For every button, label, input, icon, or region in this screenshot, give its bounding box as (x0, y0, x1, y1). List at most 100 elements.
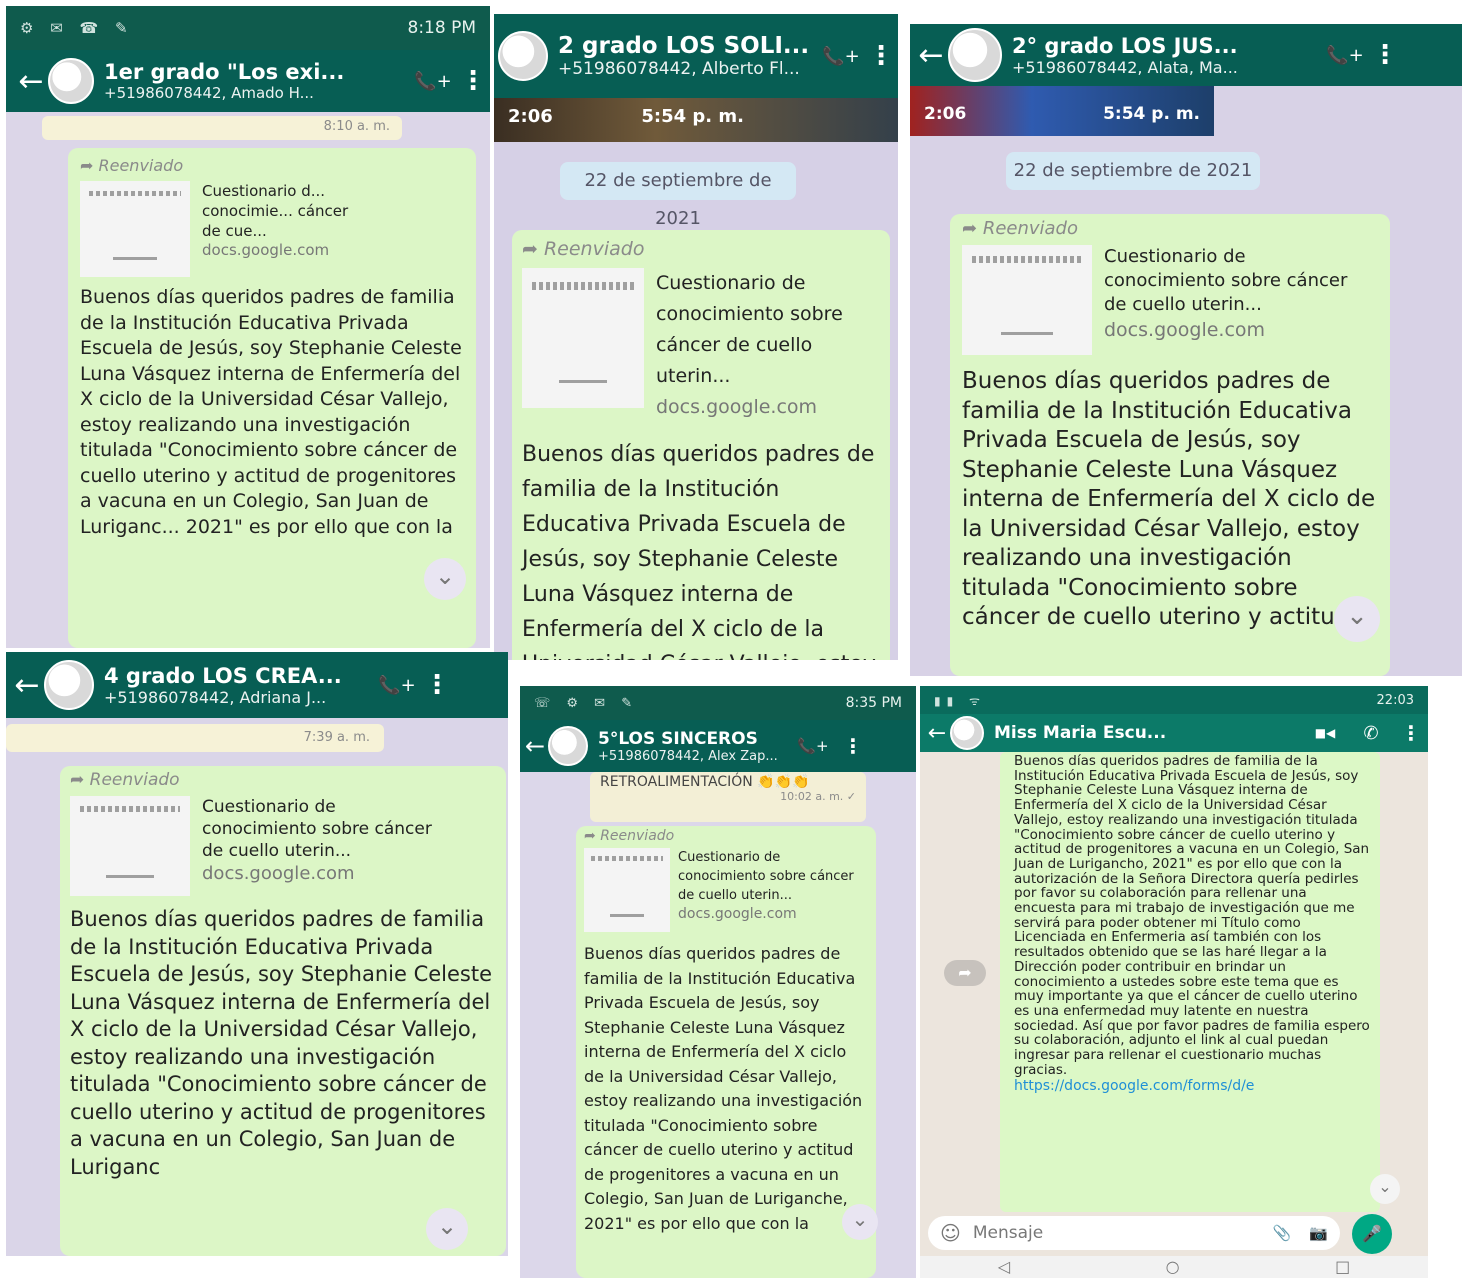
message-input[interactable]: Mensaje (973, 1223, 1273, 1243)
phone-icon[interactable]: ✆ (1348, 723, 1394, 744)
forward-icon: ➦ (80, 156, 99, 175)
previous-message-time: 7:39 a. m. (6, 724, 384, 752)
chat-title-block[interactable]: 1er grado "Los exi... +51986078442, Amad… (104, 60, 410, 102)
chat-title: 4 grado LOS CREA... (104, 663, 342, 688)
back-arrow-icon[interactable]: ← (522, 732, 548, 760)
contact-avatar[interactable] (950, 716, 984, 750)
chat-title: 2° grado LOS JUS... (1012, 33, 1238, 58)
forwarded-message-bubble: ➦ Reenviado Cuestionario d... conocimie.… (68, 148, 476, 648)
link-preview[interactable]: Cuestionario de conocimiento sobre cánce… (584, 848, 868, 932)
chat-title-block[interactable]: Miss Maria Escu... (994, 723, 1302, 743)
scroll-down-button[interactable]: ⌄ (1334, 596, 1380, 642)
chat-header: ← 5°LOS SINCEROS +51986078442, Alex Zap.… (520, 720, 916, 772)
message-text: Buenos días queridos padres de familia d… (1014, 753, 1370, 1078)
back-arrow-icon[interactable]: ← (914, 38, 948, 73)
link-preview-thumbnail (584, 848, 670, 932)
emoji-icon[interactable]: ☺ (940, 1221, 961, 1245)
link-preview-title: Cuestionario de conocimiento sobre cánce… (1104, 246, 1348, 315)
link-preview[interactable]: Cuestionario d... conocimie... cáncer de… (80, 181, 464, 277)
previous-message-time: 8:10 a. m. (42, 116, 402, 140)
menu-icon[interactable]: ⋮ (1394, 721, 1428, 745)
forward-icon: ➦ (584, 828, 601, 844)
mic-icon: 🎤 (1362, 1224, 1382, 1243)
forward-button[interactable]: ➦ (944, 960, 986, 986)
message-text: Buenos días queridos padres de familia d… (80, 286, 462, 538)
group-avatar[interactable] (48, 58, 94, 104)
group-avatar[interactable] (948, 28, 1002, 82)
back-arrow-icon[interactable]: ← (10, 668, 44, 703)
screenshot-panel-3: ← 2° grado LOS JUS... +51986078442, Alat… (910, 24, 1462, 676)
chat-participants: +51986078442, Alberto Fl... (558, 59, 800, 79)
group-avatar[interactable] (498, 31, 548, 81)
date-divider: 22 de septiembre de 2021 (1006, 152, 1260, 190)
status-bar: ⚙ ✉ ☎ ✎ 8:18 PM (6, 6, 490, 50)
nav-back-icon[interactable]: ◁ (998, 1256, 1010, 1278)
message-bubble: Buenos días queridos padres de familia d… (1000, 752, 1380, 1212)
link-preview-thumbnail (80, 181, 190, 277)
video-message-strip[interactable]: 2:06 5:54 p. m. (910, 86, 1214, 136)
link-preview-title: Cuestionario d... conocimie... cáncer de… (202, 182, 349, 240)
chat-participants: +51986078442, Adriana J... (104, 687, 327, 707)
message-text: Buenos días queridos padres de familia d… (962, 368, 1376, 630)
group-avatar[interactable] (548, 726, 588, 766)
screenshot-panel-1: ⚙ ✉ ☎ ✎ 8:18 PM ← 1er grado "Los exi... … (6, 6, 490, 648)
scroll-down-button[interactable]: ⌄ (1370, 1174, 1400, 1204)
chat-title-block[interactable]: 2° grado LOS JUS... +51986078442, Alata,… (1012, 34, 1322, 77)
chat-participants: +51986078442, Alex Zap... (598, 748, 778, 764)
chat-title-block[interactable]: 4 grado LOS CREA... +51986078442, Adrian… (104, 664, 374, 707)
add-call-icon[interactable]: 📞+ (1322, 45, 1368, 66)
link-preview-domain: docs.google.com (656, 396, 818, 418)
chat-title-block[interactable]: 5°LOS SINCEROS +51986078442, Alex Zap... (598, 729, 790, 764)
video-time: 5:54 p. m. (1103, 104, 1200, 124)
link-preview[interactable]: Cuestionario de conocimiento sobre cánce… (70, 796, 496, 896)
menu-icon[interactable]: ⋮ (420, 670, 454, 700)
link-preview-thumbnail (962, 245, 1092, 355)
scroll-down-button[interactable]: ⌄ (426, 1208, 468, 1250)
status-time: 8:18 PM (407, 18, 477, 38)
back-arrow-icon[interactable]: ← (924, 721, 950, 746)
add-call-icon[interactable]: 📞+ (818, 46, 864, 67)
mic-button[interactable]: 🎤 (1352, 1214, 1392, 1254)
form-link[interactable]: https://docs.google.com/forms/d/e (1014, 1078, 1370, 1094)
status-time: 8:35 PM (845, 695, 902, 711)
link-preview-thumbnail (70, 796, 190, 896)
scroll-down-button[interactable]: ⌄ (424, 558, 466, 600)
forwarded-message-bubble: ➦ Reenviado Cuestionario de conocimiento… (60, 766, 506, 1256)
forwarded-label: ➦ Reenviado (522, 238, 880, 260)
screenshot-panel-6: ▮▮ ᯤ 22:03 ← Miss Maria Escu... ■◀ ✆ ⋮ ➦… (920, 686, 1428, 1278)
add-call-icon[interactable]: 📞+ (374, 675, 420, 696)
nav-recent-icon[interactable]: □ (1335, 1256, 1350, 1278)
screenshot-panel-4: ← 4 grado LOS CREA... +51986078442, Adri… (6, 652, 508, 1256)
forwarded-message-bubble: ➦ Reenviado Cuestionario de conocimiento… (950, 214, 1390, 676)
add-call-icon[interactable]: 📞+ (410, 71, 456, 92)
link-preview[interactable]: Cuestionario de conocimiento sobre cánce… (962, 245, 1378, 355)
screenshot-panel-2: 2 grado LOS SOLI... +51986078442, Albert… (494, 14, 898, 660)
nav-home-icon[interactable]: ○ (1166, 1256, 1180, 1278)
forwarded-text: Reenviado (600, 828, 675, 844)
message-text: Buenos días queridos padres de familia d… (70, 907, 492, 1179)
group-avatar[interactable] (44, 660, 94, 710)
menu-icon[interactable]: ⋮ (836, 734, 870, 758)
chat-header: ← 4 grado LOS CREA... +51986078442, Adri… (6, 652, 508, 718)
back-arrow-icon[interactable]: ← (14, 64, 48, 99)
attach-icon[interactable]: 📎 (1273, 1224, 1292, 1242)
status-time: 22:03 (1376, 692, 1414, 708)
forwarded-label: ➦ Reenviado (584, 828, 868, 844)
camera-icon[interactable]: 📷 (1309, 1224, 1328, 1242)
forwarded-text: Reenviado (89, 770, 180, 790)
scroll-down-button[interactable]: ⌄ (842, 1204, 878, 1240)
add-call-icon[interactable]: 📞+ (790, 737, 836, 755)
link-preview-domain: docs.google.com (202, 241, 330, 259)
menu-icon[interactable]: ⋮ (1368, 40, 1402, 70)
video-message-strip[interactable]: 2:06 5:54 p. m. (494, 98, 898, 142)
previous-message-text: RETROALIMENTACIÓN 👏👏👏 (600, 774, 810, 790)
forwarded-message-bubble: ➦ Reenviado Cuestionario de conocimiento… (576, 826, 876, 1278)
forward-icon: ➦ (958, 963, 972, 982)
link-preview[interactable]: Cuestionario de conocimiento sobre cánce… (522, 268, 880, 423)
menu-icon[interactable]: ⋮ (864, 41, 898, 71)
screenshot-panel-5: ☏ ⚙ ✉ ✎ 8:35 PM ← 5°LOS SINCEROS +519860… (520, 686, 916, 1278)
chat-title-block[interactable]: 2 grado LOS SOLI... +51986078442, Albert… (558, 33, 818, 79)
previous-message-time: 10:02 a. m. ✓ (780, 790, 856, 803)
menu-icon[interactable]: ⋮ (456, 66, 490, 96)
video-call-icon[interactable]: ■◀ (1302, 726, 1348, 740)
